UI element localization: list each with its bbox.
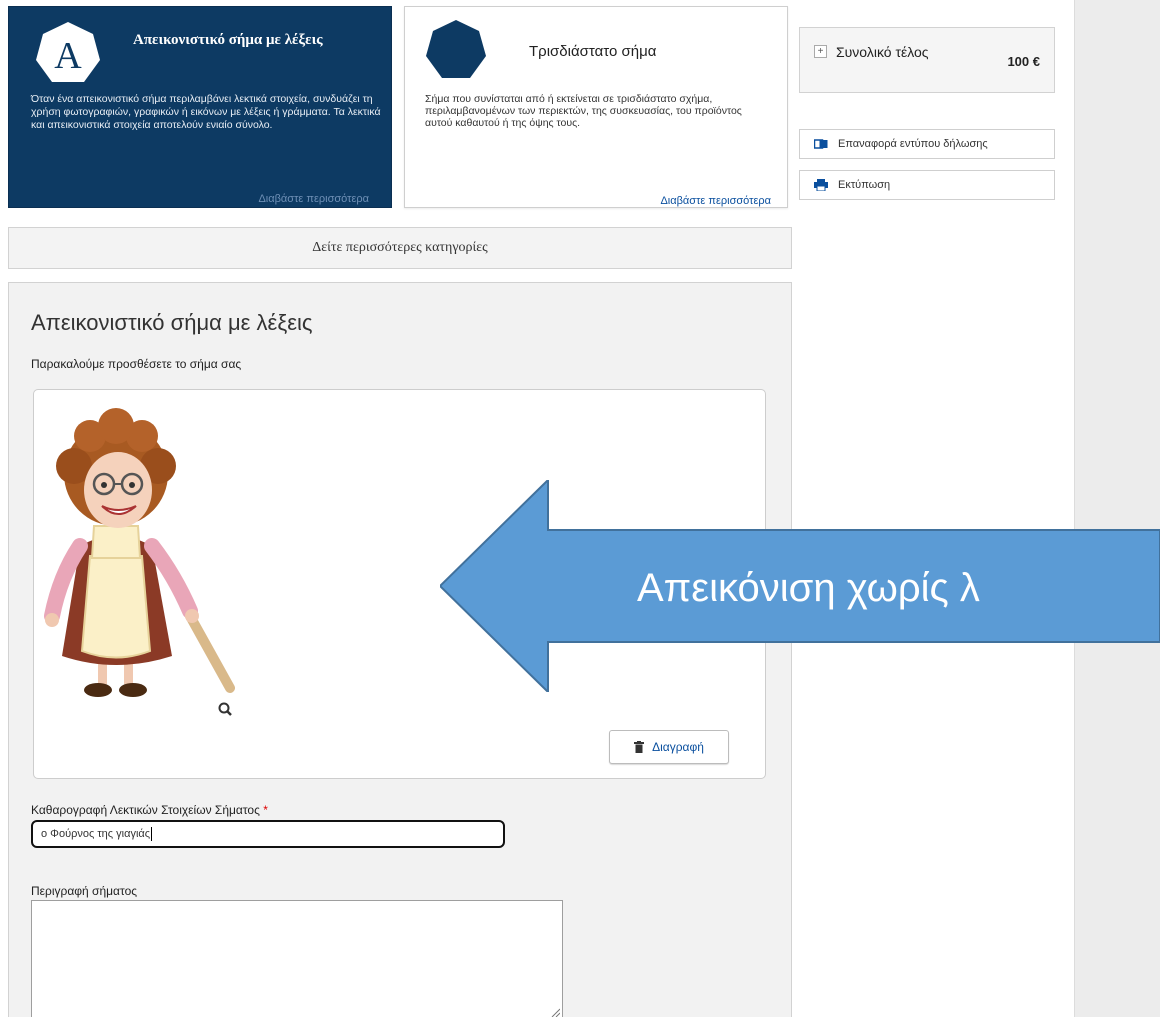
print-button[interactable]: Εκτύπωση: [799, 170, 1055, 200]
reload-form-icon: [814, 139, 828, 149]
expand-toggle[interactable]: +: [814, 45, 827, 58]
printer-icon: [814, 179, 828, 191]
read-more-link[interactable]: Διαβάστε περισσότερα: [258, 193, 369, 205]
description-label: Περιγραφή σήματος: [31, 884, 138, 898]
resize-grip-icon[interactable]: [550, 1007, 560, 1017]
transcription-input[interactable]: ο Φούρνος της γιαγιάς: [31, 820, 505, 848]
letter-a-badge-icon: A: [36, 22, 100, 82]
description-textarea[interactable]: [31, 900, 563, 1017]
category-card-3d[interactable]: Τρισδιάστατο σήμα Σήμα που συνίσταται απ…: [404, 6, 788, 208]
category-title: Τρισδιάστατο σήμα: [529, 43, 657, 60]
trash-icon: [634, 741, 645, 753]
heptagon-icon: [426, 20, 486, 78]
reload-form-button[interactable]: Επαναφορά εντύπου δήλωσης: [799, 129, 1055, 159]
read-more-link[interactable]: Διαβάστε περισσότερα: [660, 195, 771, 207]
zoom-icon[interactable]: [218, 702, 232, 716]
reload-form-label: Επαναφορά εντύπου δήλωσης: [838, 138, 988, 150]
category-description: Σήμα που συνίσταται από ή εκτείνεται σε …: [425, 93, 742, 129]
mark-image[interactable]: [40, 406, 240, 706]
delete-label: Διαγραφή: [652, 740, 704, 754]
category-title: Απεικονιστικό σήμα με λέξεις: [133, 32, 323, 48]
total-fee-box: + Συνολικό τέλος 100 €: [799, 27, 1055, 93]
category-card-figurative-with-words[interactable]: A Απεικονιστικό σήμα με λέξεις Όταν ένα …: [8, 6, 392, 208]
print-label: Εκτύπωση: [838, 179, 891, 191]
svg-text:A: A: [54, 35, 82, 77]
required-mark: *: [263, 803, 268, 817]
form-subtitle: Παρακαλούμε προσθέσετε το σήμα σας: [31, 357, 242, 371]
form-title: Απεικονιστικό σήμα με λέξεις: [31, 310, 313, 335]
category-description: Όταν ένα απεικονιστικό σήμα περιλαμβάνει…: [31, 93, 381, 131]
delete-button[interactable]: Διαγραφή: [609, 730, 729, 764]
transcription-label-text: Καθαρογραφή Λεκτικών Στοιχείων Σήματος: [31, 803, 260, 817]
total-fee-label: Συνολικό τέλος: [836, 44, 929, 60]
transcription-label: Καθαρογραφή Λεκτικών Στοιχείων Σήματος *: [31, 803, 268, 817]
total-fee-amount: 100 €: [1007, 54, 1040, 69]
annotation-text: Απεικόνιση χωρίς λ: [637, 566, 980, 610]
text-caret: [151, 827, 153, 841]
transcription-value: ο Φούρνος της γιαγιάς: [41, 828, 151, 840]
more-categories-button[interactable]: Δείτε περισσότερες κατηγορίες: [8, 227, 792, 269]
